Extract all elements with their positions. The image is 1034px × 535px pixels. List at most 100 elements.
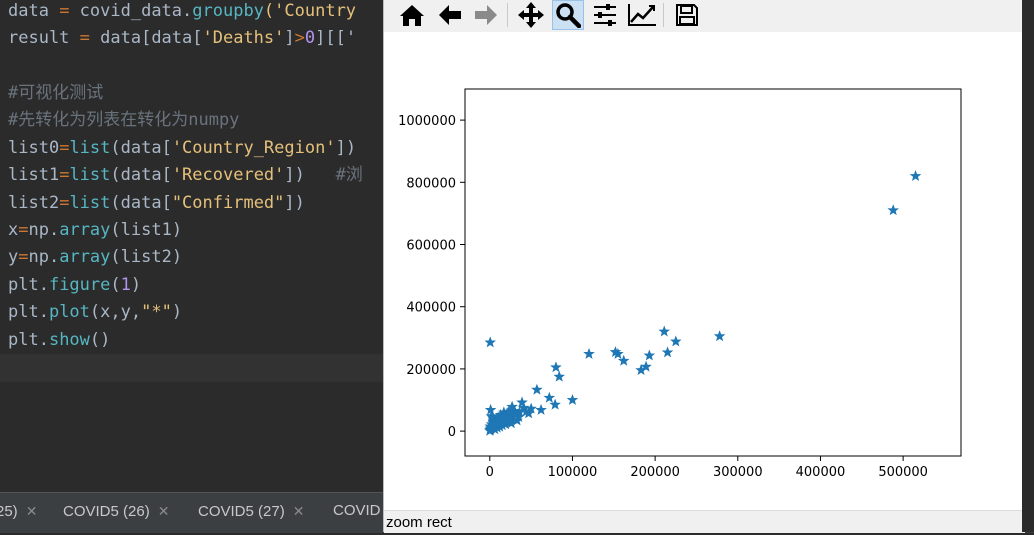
configure-subplots-icon xyxy=(594,4,616,26)
back-arrow-icon xyxy=(439,5,461,25)
forward-button[interactable] xyxy=(470,0,502,30)
configure-subplots-button[interactable] xyxy=(589,0,621,30)
zoom-icon xyxy=(556,3,581,28)
editor-tab[interactable]: 25) ✕ xyxy=(0,493,37,533)
code-token: ) xyxy=(130,275,142,295)
code-token: = xyxy=(59,165,70,185)
y-tick-label: 200000 xyxy=(406,363,456,378)
code-token: 'Country_Region' xyxy=(171,138,336,158)
status-text: zoom rect xyxy=(386,514,452,531)
code-token: #可视化测试 xyxy=(8,83,104,103)
forward-arrow-icon xyxy=(475,5,497,25)
code-line[interactable]: result = data[data['Deaths']>0][[' xyxy=(8,25,356,52)
code-token: ]) xyxy=(335,138,357,158)
code-token: ) xyxy=(171,302,183,322)
code-token: data[data[ xyxy=(100,28,203,48)
code-token: array xyxy=(59,247,111,267)
code-token: 'Deaths' xyxy=(202,28,285,48)
home-icon xyxy=(400,5,424,26)
save-button[interactable] xyxy=(671,0,703,30)
edit-axis-button[interactable] xyxy=(626,0,658,30)
code-token: list xyxy=(69,138,111,158)
code-token: (data[ xyxy=(110,138,172,158)
code-token: () xyxy=(89,330,111,350)
code-token: "Confirmed" xyxy=(171,193,285,213)
code-token: #先转化为列表在转化为numpy xyxy=(8,110,240,130)
y-tick-label: 600000 xyxy=(406,239,456,254)
editor-tab[interactable]: COVID xyxy=(333,493,381,533)
code-token: show xyxy=(48,330,90,350)
code-token: plt. xyxy=(8,275,49,295)
pan-icon xyxy=(518,2,544,28)
code-token: data xyxy=(8,1,49,21)
code-token: (list1) xyxy=(110,220,183,240)
close-icon[interactable]: ✕ xyxy=(26,503,38,519)
axes-frame xyxy=(464,88,962,457)
matplotlib-figure-window: 0 100000 200000 300000 400000 500000 0 200000 40… xyxy=(383,0,1025,533)
home-button[interactable] xyxy=(396,0,428,30)
code-token: (data[ xyxy=(110,165,172,185)
code-token: = xyxy=(18,220,29,240)
code-token: ]) xyxy=(284,193,305,213)
code-line[interactable]: plt.show() xyxy=(8,327,110,354)
editor-tab-label: COVID5 (27) xyxy=(198,503,285,520)
code-token: (data[ xyxy=(110,193,172,213)
code-token: #浏 xyxy=(335,165,363,185)
code-token: 'Recovered' xyxy=(171,165,285,185)
code-token: np. xyxy=(28,247,60,267)
code-token: ( xyxy=(110,275,121,295)
back-button[interactable] xyxy=(434,0,466,30)
figure-canvas[interactable]: 0 100000 200000 300000 400000 500000 0 200000 40… xyxy=(384,32,1023,510)
code-token: = xyxy=(48,1,80,21)
y-tick-label: 800000 xyxy=(406,176,456,191)
code-line[interactable]: data = covid_data.groupby('Country xyxy=(8,0,356,25)
code-token: array xyxy=(59,220,111,240)
status-bar: zoom rect xyxy=(384,510,1025,533)
y-tick-label: 1000000 xyxy=(398,114,456,129)
code-token: list2 xyxy=(8,193,60,213)
code-token: figure xyxy=(48,275,111,295)
code-line[interactable]: y=np.array(list2) xyxy=(8,244,182,271)
toolbar-separator xyxy=(507,3,508,27)
y-tick-label: 400000 xyxy=(406,301,456,316)
code-token: ('Country xyxy=(263,1,357,21)
code-token: (list2) xyxy=(110,247,183,267)
save-icon xyxy=(676,4,698,26)
code-line[interactable]: #先转化为列表在转化为numpy xyxy=(8,107,239,134)
code-token: ]) xyxy=(284,165,336,185)
code-token: 0 xyxy=(304,28,316,48)
code-token: list xyxy=(69,193,111,213)
code-token: x xyxy=(8,220,19,240)
code-token: = xyxy=(18,247,29,267)
code-token: list xyxy=(69,165,111,185)
editor-tab[interactable]: COVID5 (27) ✕ xyxy=(198,493,304,533)
code-line[interactable]: list2=list(data["Confirmed"]) xyxy=(8,190,305,217)
x-tick-label: 500000 xyxy=(878,465,928,480)
editor-tab-label: COVID xyxy=(333,502,381,519)
code-token: = xyxy=(59,138,70,158)
code-line[interactable]: plt.plot(x,y,"*") xyxy=(8,299,182,326)
code-token: list0 xyxy=(8,138,60,158)
code-line[interactable]: x=np.array(list1) xyxy=(8,217,182,244)
code-line[interactable]: list0=list(data['Country_Region']) xyxy=(8,135,356,162)
code-line[interactable]: #可视化测试 xyxy=(8,80,103,107)
code-token: result xyxy=(8,28,70,48)
editor-scroll-strip[interactable] xyxy=(1022,0,1034,532)
code-token: = xyxy=(59,193,70,213)
pan-button[interactable] xyxy=(515,0,547,30)
code-token: "*" xyxy=(141,302,172,322)
code-line[interactable]: plt.figure(1) xyxy=(8,272,141,299)
editor-tab-label: COVID5 (26) xyxy=(63,503,150,520)
code-token: = xyxy=(69,28,101,48)
zoom-button[interactable] xyxy=(552,0,584,30)
code-token: covid_data. xyxy=(79,1,193,21)
close-icon[interactable]: ✕ xyxy=(158,503,170,519)
toolbar-separator xyxy=(663,3,664,27)
code-token: > xyxy=(294,28,305,48)
code-line[interactable]: list1=list(data['Recovered']) #浏 xyxy=(8,162,363,189)
close-icon[interactable]: ✕ xyxy=(293,503,305,519)
x-tick-label: 400000 xyxy=(796,465,846,480)
x-tick-label: 100000 xyxy=(548,465,598,480)
scatter-chart[interactable]: 0 100000 200000 300000 400000 500000 0 200000 40… xyxy=(384,32,1023,510)
editor-tab[interactable]: COVID5 (26) ✕ xyxy=(63,493,169,533)
